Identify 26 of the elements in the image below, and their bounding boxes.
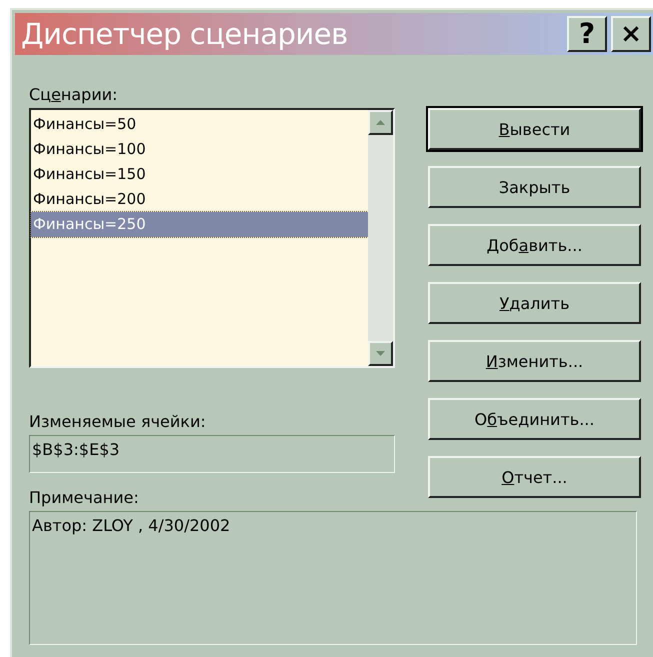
dialog-button[interactable]: Добавить... [428,224,641,266]
comment-label: Примечание: [29,488,140,507]
dialog-button[interactable]: Закрыть [428,166,641,208]
up-arrow-icon [376,120,385,125]
dialog-button[interactable]: Объединить... [428,398,641,440]
comment-field[interactable]: Автор: ZLOY , 4/30/2002 [29,511,637,645]
list-item[interactable]: Финансы=100 [31,137,368,162]
down-arrow-icon [376,351,385,356]
list-item[interactable]: Финансы=150 [31,162,368,187]
changing-cells-label: Изменяемые ячейки: [29,412,207,431]
scroll-up-button[interactable] [368,110,393,135]
list-item[interactable]: Финансы=200 [31,187,368,212]
dialog-button[interactable]: Изменить... [428,340,641,382]
scroll-down-button[interactable] [368,341,393,366]
window-title: Диспетчер сценариев [21,17,348,51]
scenario-list[interactable]: Финансы=50 Финансы=100 Финансы=150 Финансы=200 Финансы=250 [29,108,395,368]
dialog-button[interactable]: Удалить [428,282,641,324]
dialog-button[interactable]: Отчет... [428,456,641,498]
changing-cells-field[interactable]: $B$3:$E$3 [29,435,395,473]
close-button[interactable]: × [611,16,651,52]
scroll-bar[interactable] [368,110,393,366]
list-item[interactable]: Финансы=250 [31,212,368,237]
list-item[interactable]: Финансы=50 [31,112,368,137]
dialog-button[interactable]: Вывести [428,108,641,150]
help-button[interactable]: ? [567,16,607,52]
scenarios-label: Сценарии: [29,85,119,104]
